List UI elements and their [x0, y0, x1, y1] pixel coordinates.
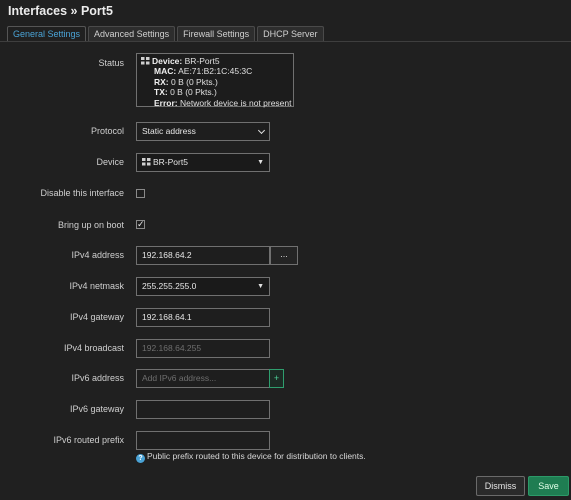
hint-text: Public prefix routed to this device for … [147, 451, 366, 461]
tab-divider [0, 41, 571, 42]
protocol-select[interactable]: Static address [136, 122, 270, 141]
bring-up-on-boot-label: Bring up on boot [57, 220, 124, 230]
ipv4-address-more-button[interactable]: ... [270, 246, 298, 265]
ipv4-broadcast-input[interactable]: 192.168.64.255 [136, 339, 270, 358]
device-value: BR-Port5 [153, 157, 188, 167]
device-label: Device [96, 157, 124, 167]
caret-down-icon: ▼ [257, 159, 264, 166]
add-ipv6-address-button[interactable]: + [269, 369, 284, 388]
tab-advanced-settings[interactable]: Advanced Settings [88, 26, 176, 41]
status-tx-key: TX: [154, 87, 168, 98]
status-label: Status [98, 58, 124, 68]
bring-up-on-boot-checkbox[interactable]: ✓ [136, 219, 145, 229]
ipv6-gateway-input[interactable] [136, 400, 270, 419]
protocol-label: Protocol [90, 126, 124, 136]
dismiss-button[interactable]: Dismiss [476, 476, 525, 496]
status-rx-value: 0 B (0 Pkts.) [171, 76, 218, 87]
ipv4-gateway-input[interactable]: 192.168.64.1 [136, 308, 270, 327]
checkmark-icon: ✓ [137, 219, 145, 229]
ipv6-routed-prefix-hint: ? Public prefix routed to this device for… [136, 451, 366, 463]
status-device-value: BR-Port5 [184, 56, 220, 66]
disable-interface-label: Disable this interface [40, 188, 124, 198]
ipv6-routed-prefix-input[interactable] [136, 431, 270, 450]
status-mac-value: AE:71:B2:1C:45:3C [178, 66, 253, 77]
save-button[interactable]: Save [528, 476, 569, 496]
status-rx-key: RX: [154, 76, 169, 87]
page-title: Interfaces » Port5 [8, 4, 113, 18]
ipv4-netmask-select[interactable]: 255.255.255.0 ▼ [136, 277, 270, 296]
network-device-icon [141, 57, 150, 65]
network-device-icon [142, 158, 151, 166]
chevron-down-icon [257, 126, 266, 135]
protocol-value: Static address [142, 126, 196, 136]
tab-firewall-settings[interactable]: Firewall Settings [177, 26, 256, 41]
ipv4-netmask-label: IPv4 netmask [69, 281, 124, 291]
ipv4-gateway-label: IPv4 gateway [69, 312, 124, 322]
ipv4-broadcast-label: IPv4 broadcast [63, 343, 124, 353]
ipv4-address-input[interactable]: 192.168.64.2 [136, 246, 270, 265]
status-device-key: Device: [152, 56, 183, 66]
help-icon: ? [136, 454, 145, 463]
ipv6-address-input[interactable]: Add IPv6 address... [136, 369, 270, 388]
status-box: Device: BR-Port5 MAC: AE:71:B2:1C:45:3C … [136, 53, 294, 108]
status-error-value: Network device is not present [180, 97, 292, 108]
status-mac-key: MAC: [154, 66, 177, 77]
tab-dhcp-server[interactable]: DHCP Server [257, 26, 324, 41]
ipv6-routed-prefix-label: IPv6 routed prefix [53, 435, 124, 445]
caret-down-icon: ▼ [257, 283, 264, 290]
status-tx-value: 0 B (0 Pkts.) [170, 87, 217, 98]
device-select[interactable]: BR-Port5 ▼ [136, 153, 270, 172]
status-error-key: Error: [154, 97, 178, 108]
ipv6-address-label: IPv6 address [71, 373, 124, 383]
ipv6-gateway-label: IPv6 gateway [69, 404, 124, 414]
tab-general-settings[interactable]: General Settings [7, 26, 87, 42]
tab-bar: General Settings Advanced Settings Firew… [7, 26, 326, 42]
ipv4-netmask-value: 255.255.255.0 [142, 281, 197, 291]
ipv4-address-label: IPv4 address [71, 250, 124, 260]
disable-interface-checkbox[interactable] [136, 189, 145, 198]
